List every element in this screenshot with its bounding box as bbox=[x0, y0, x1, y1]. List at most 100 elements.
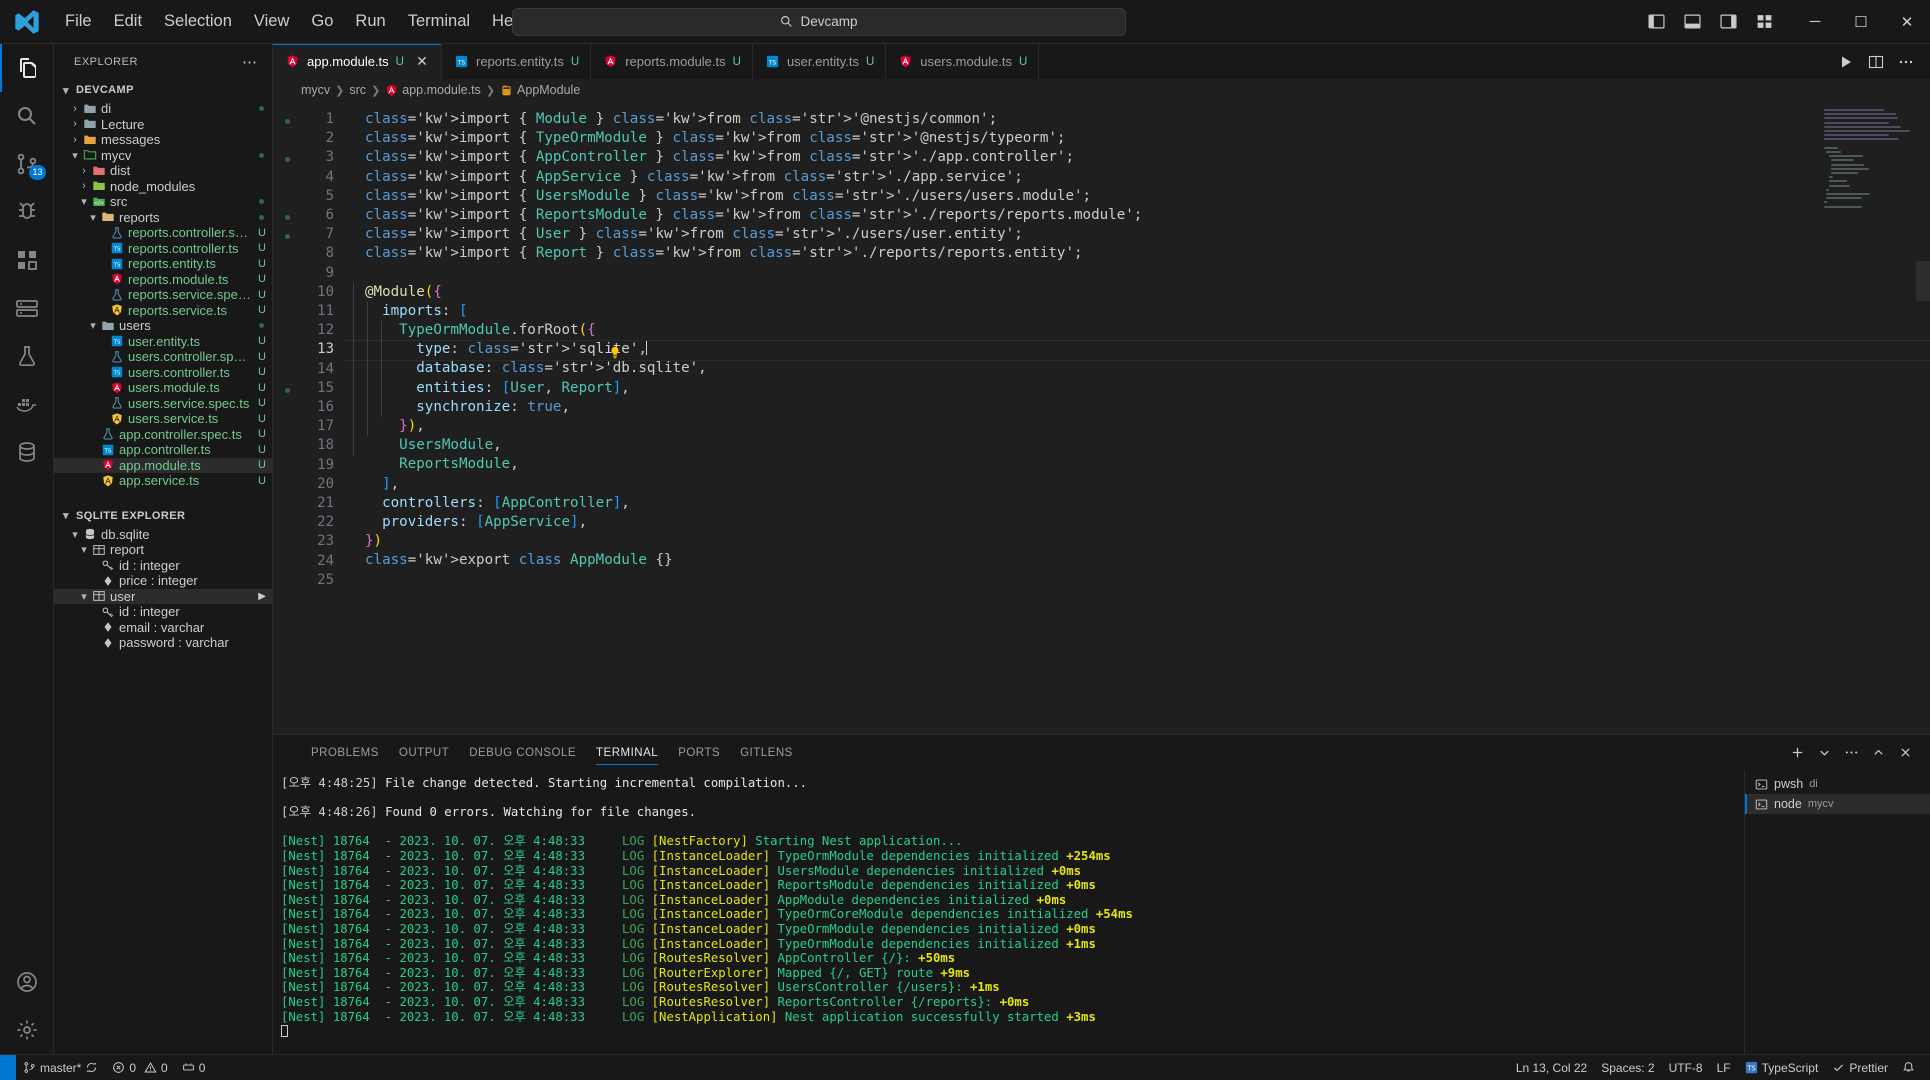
activitybar-item-manage[interactable] bbox=[0, 1006, 54, 1054]
terminal-dropdown-icon[interactable] bbox=[1811, 740, 1837, 766]
tree-file-reports-module-ts[interactable]: reports.module.ts U bbox=[54, 272, 272, 288]
menu-go[interactable]: Go bbox=[300, 8, 344, 35]
tree-file-reports-controller-ts[interactable]: TS reports.controller.ts U bbox=[54, 241, 272, 257]
panel-tab-gitlens[interactable]: GITLENS bbox=[730, 735, 803, 770]
run-icon[interactable] bbox=[1832, 44, 1860, 79]
activitybar-item-search[interactable] bbox=[0, 92, 54, 140]
tree-folder-reports[interactable]: ▾ reports bbox=[54, 210, 272, 226]
activitybar-item-explorer[interactable] bbox=[0, 44, 54, 92]
tree-file-reports-controller-spec-ts[interactable]: reports.controller.spec.ts U bbox=[54, 225, 272, 241]
status-language-mode[interactable]: TS TypeScript bbox=[1738, 1055, 1826, 1080]
explorer-section-sqlite[interactable]: ▾ SQLITE EXPLORER bbox=[54, 505, 272, 527]
menu-file[interactable]: File bbox=[54, 8, 103, 35]
more-actions-icon[interactable] bbox=[1892, 44, 1920, 79]
panel-tab-ports[interactable]: PORTS bbox=[668, 735, 730, 770]
status-prettier[interactable]: Prettier bbox=[1825, 1055, 1895, 1080]
status-cursor-position[interactable]: Ln 13, Col 22 bbox=[1509, 1055, 1594, 1080]
terminal-instance-node[interactable]: node mycv bbox=[1745, 794, 1930, 814]
panel-tab-debug-console[interactable]: DEBUG CONSOLE bbox=[459, 735, 586, 770]
tree-file-users-controller-ts[interactable]: TS users.controller.ts U bbox=[54, 365, 272, 381]
tree-file-reports-entity-ts[interactable]: TS reports.entity.ts U bbox=[54, 256, 272, 272]
panel-more-actions-icon[interactable] bbox=[1838, 740, 1864, 766]
window-close-button[interactable]: ✕ bbox=[1884, 0, 1930, 44]
tree-file-app-service-ts[interactable]: app.service.ts U bbox=[54, 473, 272, 489]
tree-folder-users[interactable]: ▾ users bbox=[54, 318, 272, 334]
sqlite-item-db-sqlite[interactable]: ▾ db.sqlite bbox=[54, 527, 272, 543]
tree-folder-lecture[interactable]: › Lecture bbox=[54, 117, 272, 133]
toggle-secondary-sidebar-icon[interactable] bbox=[1710, 4, 1746, 40]
tree-folder-mycv[interactable]: ▾ mycv bbox=[54, 148, 272, 164]
tree-file-reports-service-ts[interactable]: reports.service.ts U bbox=[54, 303, 272, 319]
window-maximize-button[interactable]: ☐ bbox=[1838, 0, 1884, 44]
run-query-icon[interactable]: ▶ bbox=[258, 591, 266, 602]
tree-file-app-controller-ts[interactable]: TS app.controller.ts U bbox=[54, 442, 272, 458]
breadcrumb-item-app-module[interactable]: app.module.ts bbox=[385, 83, 481, 97]
sqlite-item-price[interactable]: price : integer bbox=[54, 573, 272, 589]
menu-terminal[interactable]: Terminal bbox=[397, 8, 481, 35]
activitybar-item-docker[interactable] bbox=[0, 380, 54, 428]
tree-file-app-controller-spec-ts[interactable]: app.controller.spec.ts U bbox=[54, 427, 272, 443]
toggle-primary-sidebar-icon[interactable] bbox=[1638, 4, 1674, 40]
activitybar-item-extensions[interactable] bbox=[0, 236, 54, 284]
menu-selection[interactable]: Selection bbox=[153, 8, 243, 35]
activitybar-item-database[interactable] bbox=[0, 428, 54, 476]
tree-folder-di[interactable]: › di bbox=[54, 101, 272, 117]
status-encoding[interactable]: UTF-8 bbox=[1662, 1055, 1710, 1080]
sqlite-item-report[interactable]: ▾ report bbox=[54, 542, 272, 558]
sqlite-item-user[interactable]: ▾ user ▶ bbox=[54, 588, 272, 604]
panel-tab-problems[interactable]: PROBLEMS bbox=[301, 735, 389, 770]
explorer-section-devcamp[interactable]: ▾ DEVCAMP bbox=[54, 79, 272, 101]
terminal-output[interactable]: [오후 4:48:25] File change detected. Start… bbox=[273, 770, 1744, 1054]
tree-file-users-controller-spec-ts[interactable]: users.controller.spec.ts U bbox=[54, 349, 272, 365]
status-problems[interactable]: 0 0 bbox=[105, 1055, 174, 1080]
maximize-panel-icon[interactable] bbox=[1865, 740, 1891, 766]
activitybar-item-remote-explorer[interactable] bbox=[0, 284, 54, 332]
tree-folder-messages[interactable]: › messages bbox=[54, 132, 272, 148]
tree-folder-src[interactable]: ▾ </> src bbox=[54, 194, 272, 210]
editor-tab-reports-module-ts[interactable]: reports.module.ts U bbox=[591, 44, 753, 79]
menu-run[interactable]: Run bbox=[344, 8, 396, 35]
tree-file-users-service-ts[interactable]: users.service.ts U bbox=[54, 411, 272, 427]
editor-code-content[interactable]: class='kw'>import { Module } class='kw'>… bbox=[345, 101, 1930, 734]
window-minimize-button[interactable]: ─ bbox=[1792, 0, 1838, 44]
code-editor[interactable]: 1 2 3 4 5 6 7 8 9 10 11 12 13 14 15 16 17 18 19 20 21 22 23 24 2… bbox=[273, 101, 1930, 734]
status-notifications[interactable] bbox=[1895, 1055, 1922, 1080]
activitybar-item-test-explorer[interactable] bbox=[0, 332, 54, 380]
editor-tab-close-icon[interactable]: ✕ bbox=[414, 53, 430, 70]
tree-file-users-service-spec-ts[interactable]: users.service.spec.ts U bbox=[54, 396, 272, 412]
panel-tab-terminal[interactable]: TERMINAL bbox=[586, 735, 668, 770]
breadcrumb-item-src[interactable]: src bbox=[349, 83, 366, 97]
terminal-instance-pwsh[interactable]: pwsh di bbox=[1745, 774, 1930, 794]
editor-minimap[interactable] bbox=[1824, 109, 1916, 219]
tree-folder-node-modules[interactable]: › node_modules bbox=[54, 179, 272, 195]
panel-tab-output[interactable]: OUTPUT bbox=[389, 735, 459, 770]
status-branch[interactable]: master* bbox=[16, 1055, 105, 1080]
menu-edit[interactable]: Edit bbox=[103, 8, 153, 35]
sqlite-item-email[interactable]: email : varchar bbox=[54, 620, 272, 636]
editor-tab-reports-entity-ts[interactable]: TS reports.entity.ts U bbox=[441, 44, 592, 79]
breadcrumb-item-appmodule-symbol[interactable]: AppModule bbox=[500, 83, 580, 97]
tree-file-user-entity-ts[interactable]: TS user.entity.ts U bbox=[54, 334, 272, 350]
lightbulb-icon[interactable] bbox=[608, 346, 622, 360]
editor-tab-user-entity-ts[interactable]: TS user.entity.ts U bbox=[752, 44, 887, 79]
sqlite-item-id[interactable]: id : integer bbox=[54, 558, 272, 574]
tree-file-reports-service-spec-ts[interactable]: reports.service.spec.ts U bbox=[54, 287, 272, 303]
new-terminal-icon[interactable] bbox=[1784, 740, 1810, 766]
tree-folder-dist[interactable]: › dist bbox=[54, 163, 272, 179]
command-center[interactable]: Devcamp bbox=[512, 7, 1126, 36]
editor-vertical-scrollbar[interactable] bbox=[1916, 261, 1930, 301]
status-remote-button[interactable] bbox=[0, 1054, 16, 1080]
toggle-panel-icon[interactable] bbox=[1674, 4, 1710, 40]
status-eol[interactable]: LF bbox=[1710, 1055, 1738, 1080]
sidebar-more-actions-icon[interactable]: ⋯ bbox=[242, 53, 264, 71]
sqlite-item-id[interactable]: id : integer bbox=[54, 604, 272, 620]
split-editor-icon[interactable] bbox=[1862, 44, 1890, 79]
customize-layout-icon[interactable] bbox=[1746, 4, 1782, 40]
activitybar-item-run-and-debug[interactable] bbox=[0, 188, 54, 236]
menu-view[interactable]: View bbox=[243, 8, 300, 35]
close-panel-icon[interactable] bbox=[1892, 740, 1918, 766]
status-ports[interactable]: 0 bbox=[175, 1055, 213, 1080]
activitybar-item-accounts[interactable] bbox=[0, 958, 54, 1006]
sqlite-item-password[interactable]: password : varchar bbox=[54, 635, 272, 651]
breadcrumb-item-mycv[interactable]: mycv bbox=[301, 83, 330, 97]
